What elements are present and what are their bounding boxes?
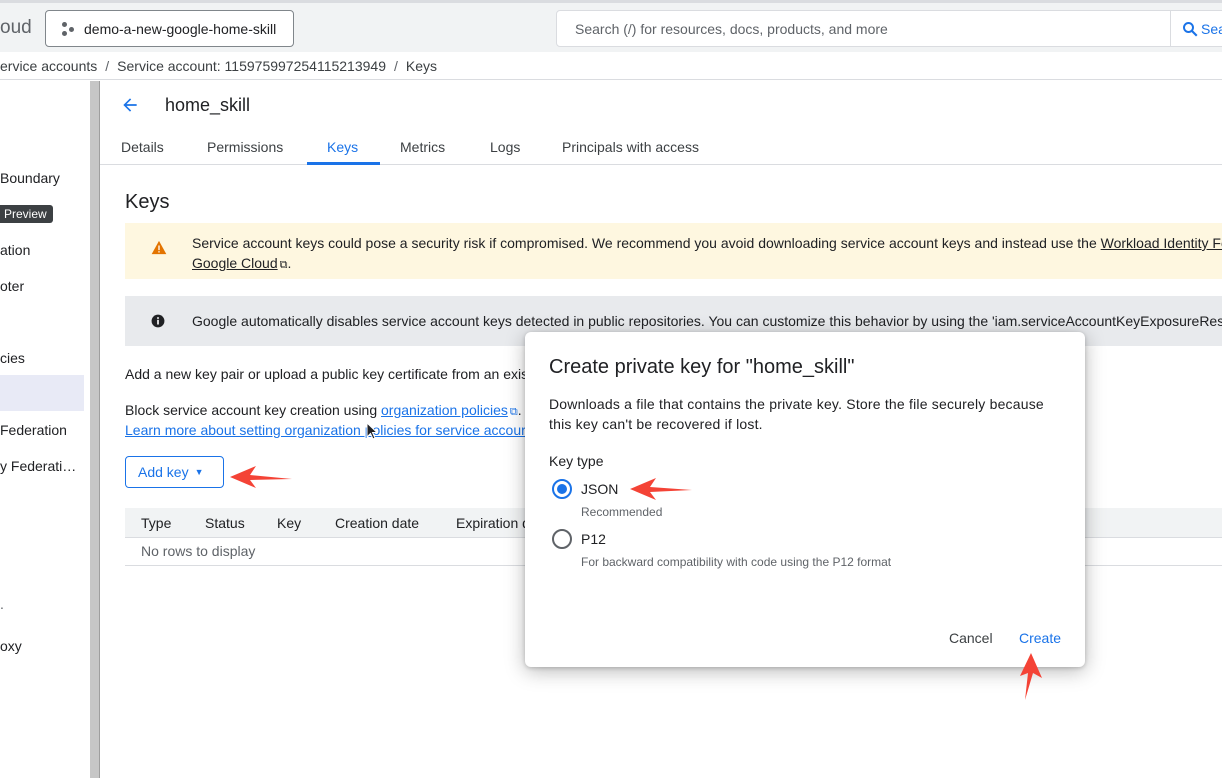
p12-radio[interactable]	[552, 529, 572, 549]
external-link-icon: ⧉	[509, 406, 518, 418]
info-icon	[151, 314, 165, 328]
column-key[interactable]: Key	[277, 515, 301, 531]
breadcrumb-keys: Keys	[405, 57, 438, 74]
google-cloud-link[interactable]: Google Cloud	[192, 255, 278, 271]
warning-text: Service account keys could pose a securi…	[192, 233, 1222, 275]
active-tab-indicator	[307, 162, 380, 165]
learn-more-link[interactable]: Learn more about setting organization po…	[125, 422, 526, 438]
create-button[interactable]: Create	[1019, 630, 1061, 646]
organization-policies-link[interactable]: organization policies	[381, 402, 508, 418]
add-key-button[interactable]: Add key ▼	[125, 456, 224, 488]
annotation-arrow-json	[630, 478, 692, 500]
top-bar: oud demo-a-new-google-home-skill Sea	[0, 0, 1222, 52]
column-creation-date[interactable]: Creation date	[335, 515, 419, 531]
mouse-cursor-icon	[366, 422, 378, 440]
sidebar-item-boundary[interactable]: Boundary	[0, 170, 60, 186]
tab-bar: Details Permissions Keys Metrics Logs Pr…	[100, 127, 1222, 165]
sidebar-item-identity-federation[interactable]: y Federati…	[0, 458, 76, 474]
sidebar-scrollbar[interactable]	[90, 81, 100, 778]
tab-principals-with-access[interactable]: Principals with access	[562, 139, 699, 155]
search-button-label: Sea	[1201, 20, 1222, 37]
create-key-dialog: Create private key for "home_skill" Down…	[525, 332, 1085, 667]
add-key-description: Add a new key pair or upload a public ke…	[125, 366, 532, 382]
json-option-label[interactable]: JSON	[581, 481, 618, 497]
sidebar-item-ation[interactable]: ation	[0, 242, 30, 258]
tab-permissions[interactable]: Permissions	[207, 139, 283, 155]
warning-message: Service account keys could pose a securi…	[192, 235, 1101, 251]
tab-metrics[interactable]: Metrics	[400, 139, 445, 155]
project-picker-button[interactable]: demo-a-new-google-home-skill	[45, 10, 294, 47]
search-bar: Sea	[556, 10, 1222, 47]
project-name: demo-a-new-google-home-skill	[84, 20, 277, 37]
section-title: Keys	[125, 191, 170, 213]
column-expiration-date[interactable]: Expiration d	[456, 515, 530, 531]
brand-logo-text: oud	[0, 17, 32, 38]
search-icon	[1183, 21, 1198, 36]
project-icon	[60, 21, 76, 37]
sidebar-item-oter[interactable]: oter	[0, 278, 24, 294]
json-option-hint: Recommended	[581, 505, 663, 519]
tab-logs[interactable]: Logs	[490, 139, 520, 155]
block-key-end: .	[517, 402, 522, 418]
warning-end: .	[287, 255, 292, 271]
p12-option-hint: For backward compatibility with code usi…	[581, 555, 892, 569]
breadcrumb-separator: /	[105, 57, 110, 74]
warning-banner: Service account keys could pose a securi…	[125, 223, 1222, 279]
no-rows-text: No rows to display	[141, 543, 256, 559]
tab-keys[interactable]: Keys	[327, 139, 358, 155]
sidebar-item-federation[interactable]: Federation	[0, 422, 67, 438]
tab-details[interactable]: Details	[121, 139, 164, 155]
column-type[interactable]: Type	[141, 515, 171, 531]
workload-identity-link[interactable]: Workload Identity Fed	[1101, 235, 1222, 251]
annotation-arrow-add-key	[230, 466, 292, 488]
sidebar-item-dot[interactable]: .	[0, 596, 4, 612]
sidebar-active-highlight	[0, 375, 84, 411]
sidebar-item-proxy[interactable]: oxy	[0, 638, 22, 654]
annotation-arrow-create	[1020, 653, 1042, 700]
preview-badge: Preview	[0, 205, 53, 223]
back-arrow-icon[interactable]	[120, 95, 140, 115]
block-key-label: Block service account key creation using	[125, 402, 382, 418]
json-radio[interactable]	[552, 479, 572, 499]
side-navigation: Boundary Preview ation oter cies Federat…	[0, 81, 90, 778]
key-type-label: Key type	[549, 453, 604, 469]
dialog-description: Downloads a file that contains the priva…	[549, 396, 1044, 432]
breadcrumb: ervice accounts / Service account: 11597…	[0, 52, 1222, 80]
dialog-title: Create private key for "home_skill"	[549, 356, 855, 378]
search-button[interactable]: Sea	[1170, 11, 1222, 46]
breadcrumb-service-account[interactable]: Service account: 115975997254115213949	[117, 58, 386, 74]
cancel-button[interactable]: Cancel	[949, 630, 993, 646]
sidebar-item-policies[interactable]: cies	[0, 350, 25, 366]
column-status[interactable]: Status	[205, 515, 245, 531]
breadcrumb-service-accounts[interactable]: ervice accounts	[0, 58, 97, 74]
breadcrumb-separator: /	[394, 57, 398, 74]
p12-option-label[interactable]: P12	[581, 531, 606, 547]
info-text: Google automatically disables service ac…	[192, 313, 1222, 329]
page-title: home_skill	[165, 95, 251, 115]
caret-down-icon: ▼	[194, 467, 204, 477]
search-input[interactable]	[557, 11, 1167, 46]
block-key-text: Block service account key creation using…	[125, 402, 522, 419]
add-key-label: Add key	[138, 464, 189, 480]
warning-icon	[151, 240, 167, 255]
